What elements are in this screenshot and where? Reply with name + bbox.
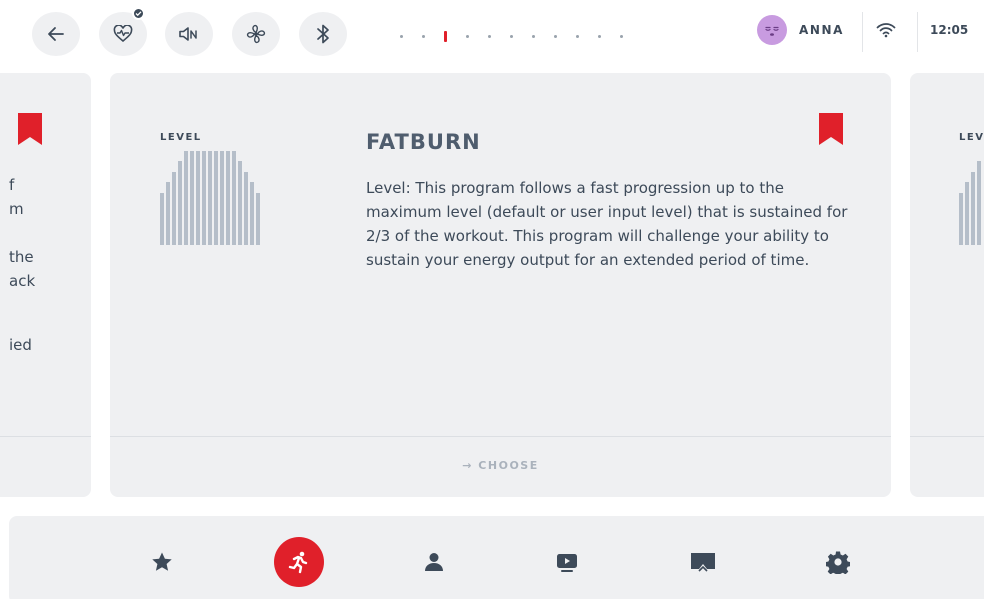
level-profile-chart <box>160 145 262 245</box>
level-bar <box>238 161 242 245</box>
card-text-fragment: ack <box>9 272 36 290</box>
page-dot[interactable] <box>422 35 425 38</box>
card-divider <box>910 436 984 437</box>
level-bar <box>244 172 248 245</box>
sleepy-face-avatar <box>757 15 787 45</box>
nav-programs[interactable] <box>274 537 324 587</box>
page-dot[interactable] <box>554 35 557 38</box>
heart-rate-button[interactable] <box>99 7 147 56</box>
next-program-card[interactable]: LEV <box>910 73 984 497</box>
heart-rate-icon <box>113 25 133 43</box>
card-divider <box>110 436 891 437</box>
level-bar <box>160 193 164 245</box>
card-divider <box>0 436 91 437</box>
program-title: FATBURN <box>366 130 481 154</box>
level-bar <box>208 151 212 245</box>
connected-check-icon <box>132 7 145 20</box>
bookmark-icon[interactable] <box>18 113 42 145</box>
level-bar <box>184 151 188 245</box>
page-dot[interactable] <box>598 35 601 38</box>
page-dot[interactable] <box>488 35 491 38</box>
level-label: LEV <box>959 132 984 143</box>
level-bar <box>232 151 236 245</box>
user-menu[interactable]: ANNA <box>757 15 844 45</box>
level-bar <box>965 182 969 245</box>
program-select-screen: ANNA 12:05 f m the ack ied LEVEL FATBURN… <box>0 0 984 599</box>
bottom-nav <box>9 516 984 599</box>
video-play-icon <box>557 554 577 572</box>
user-profile-icon <box>425 553 443 571</box>
clock: 12:05 <box>930 23 969 37</box>
wifi-icon[interactable] <box>876 22 896 42</box>
level-bar <box>178 161 182 245</box>
level-bar <box>971 172 975 245</box>
nav-profile[interactable] <box>409 537 459 587</box>
bluetooth-icon <box>317 24 329 44</box>
program-card-fatburn[interactable]: LEVEL FATBURN Level: This program follow… <box>110 73 891 497</box>
level-bar <box>220 151 224 245</box>
card-text-fragment: m <box>9 200 24 218</box>
bookmark-icon[interactable] <box>819 113 843 145</box>
divider <box>862 12 863 52</box>
choose-button[interactable]: → CHOOSE <box>110 459 891 472</box>
page-indicator[interactable] <box>400 31 642 42</box>
page-dot[interactable] <box>466 35 469 38</box>
nav-settings[interactable] <box>813 537 863 587</box>
previous-program-card[interactable]: f m the ack ied <box>0 73 91 497</box>
nav-favorites[interactable] <box>137 537 187 587</box>
page-dot[interactable] <box>576 35 579 38</box>
level-bar <box>977 161 981 245</box>
sound-button[interactable] <box>165 12 213 56</box>
page-dot-active[interactable] <box>444 31 447 42</box>
screen-mirror-icon <box>691 553 715 572</box>
level-bar <box>166 182 170 245</box>
page-dot[interactable] <box>532 35 535 38</box>
level-label: LEVEL <box>160 132 202 143</box>
top-bar: ANNA 12:05 <box>0 0 984 72</box>
user-name: ANNA <box>799 23 845 37</box>
nav-video[interactable] <box>542 537 592 587</box>
level-bar <box>214 151 218 245</box>
favorites-star-icon <box>152 552 172 571</box>
page-dot[interactable] <box>400 35 403 38</box>
level-bar <box>256 193 260 245</box>
level-bar <box>226 151 230 245</box>
card-text-fragment: f <box>9 176 15 194</box>
nav-screen-mirror[interactable] <box>678 537 728 587</box>
card-text-fragment: ied <box>9 336 32 354</box>
programs-runner-icon <box>288 551 308 574</box>
page-dot[interactable] <box>510 35 513 38</box>
bluetooth-button[interactable] <box>299 12 347 56</box>
divider <box>917 12 918 52</box>
card-text-fragment: the <box>9 248 34 266</box>
level-bar <box>202 151 206 245</box>
level-profile-chart <box>959 145 983 245</box>
back-arrow-icon <box>48 27 64 41</box>
level-bar <box>172 172 176 245</box>
level-bar <box>250 182 254 245</box>
settings-gear-icon <box>826 551 850 574</box>
sound-off-icon <box>179 27 197 41</box>
level-bar <box>190 151 194 245</box>
fan-icon <box>246 24 266 44</box>
fan-button[interactable] <box>232 12 280 56</box>
level-bar <box>959 193 963 245</box>
page-dot[interactable] <box>620 35 623 38</box>
back-button[interactable] <box>32 12 80 56</box>
program-description: Level: This program follows a fast progr… <box>366 179 848 269</box>
level-bar <box>196 151 200 245</box>
